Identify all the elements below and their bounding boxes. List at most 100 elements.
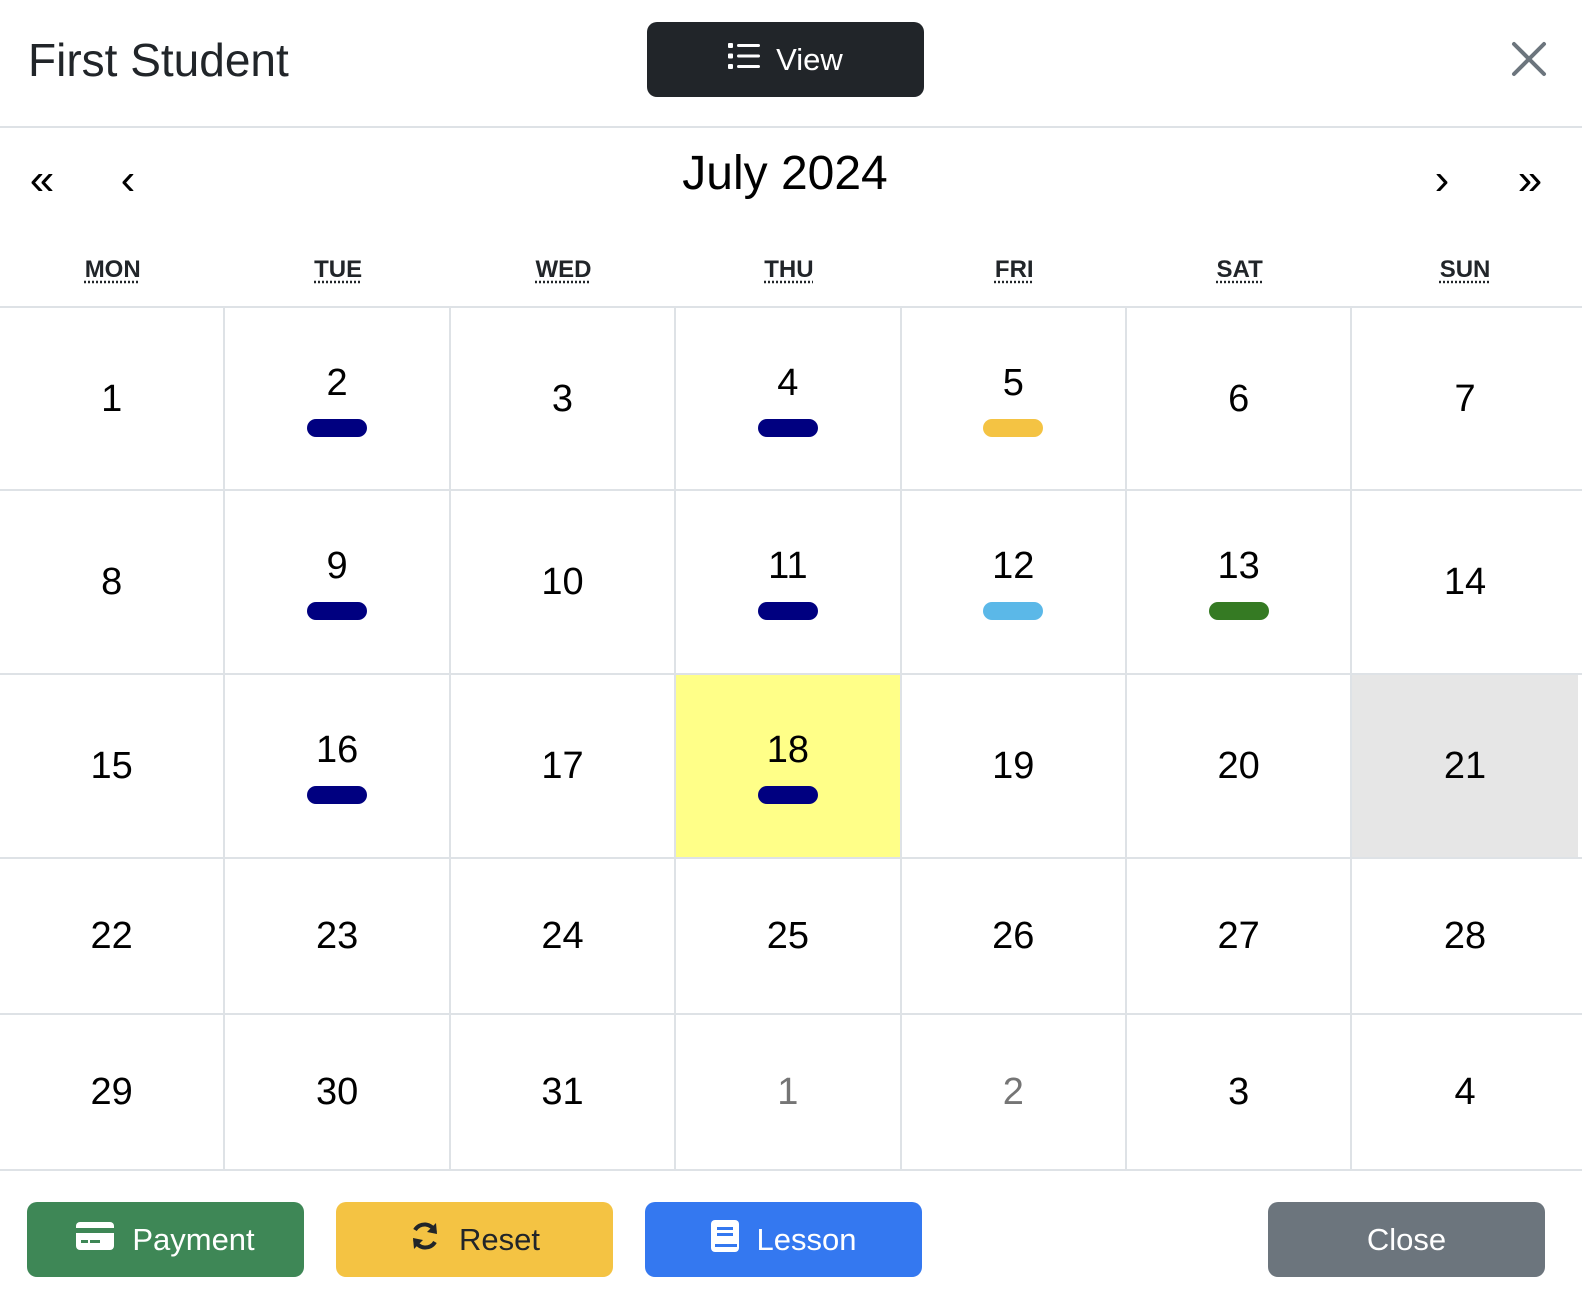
- reset-button[interactable]: Reset: [336, 1202, 613, 1277]
- day-number: 23: [315, 915, 359, 957]
- view-label: View: [776, 41, 843, 77]
- day-cell[interactable]: 28: [1352, 859, 1577, 1013]
- prev-year-button[interactable]: «: [12, 150, 72, 210]
- day-cell[interactable]: 23: [225, 859, 451, 1013]
- day-cell[interactable]: 12: [902, 491, 1127, 673]
- event-indicator: [983, 418, 1044, 437]
- day-cell[interactable]: 11: [676, 491, 902, 673]
- day-number: 2: [326, 361, 348, 404]
- day-number: 3: [1228, 1071, 1250, 1113]
- lesson-button[interactable]: Lesson: [645, 1202, 922, 1277]
- weekday-label: WED: [535, 256, 592, 283]
- day-cell[interactable]: 22: [0, 859, 226, 1013]
- day-cell[interactable]: 3: [451, 308, 677, 489]
- event-indicator: [307, 418, 368, 437]
- day-cell[interactable]: 27: [1127, 859, 1353, 1013]
- close-icon[interactable]: [1506, 36, 1552, 82]
- day-number: 28: [1443, 915, 1487, 957]
- day-number: 22: [90, 915, 133, 957]
- day-cell[interactable]: 17: [451, 675, 677, 857]
- lesson-label: Lesson: [756, 1221, 857, 1257]
- day-number: 3: [551, 377, 574, 420]
- day-cell[interactable]: 26: [902, 859, 1127, 1013]
- day-cell[interactable]: 9: [225, 491, 451, 673]
- day-cell[interactable]: 1: [676, 1015, 902, 1169]
- day-cell[interactable]: 31: [451, 1015, 677, 1169]
- day-cell[interactable]: 13: [1127, 491, 1353, 673]
- day-cell[interactable]: 15: [0, 675, 226, 857]
- event-indicator: [983, 602, 1044, 620]
- day-number: 27: [1217, 915, 1260, 957]
- day-cell-today[interactable]: 18: [676, 675, 902, 857]
- weekday-label: FRI: [994, 256, 1034, 283]
- reset-label: Reset: [459, 1221, 540, 1257]
- event-indicator: [307, 786, 368, 804]
- next-year-button[interactable]: »: [1500, 150, 1560, 210]
- day-cell[interactable]: 4: [676, 308, 902, 489]
- day-number: 24: [541, 915, 584, 957]
- day-cell[interactable]: 30: [225, 1015, 451, 1169]
- modal-title: First Student: [28, 34, 289, 86]
- day-cell[interactable]: 4: [1352, 1015, 1577, 1169]
- day-cell[interactable]: 29: [0, 1015, 226, 1169]
- day-cell-selected[interactable]: 21: [1352, 675, 1578, 857]
- day-cell[interactable]: 25: [676, 859, 902, 1013]
- day-number: 13: [1217, 545, 1260, 587]
- day-number: 1: [101, 377, 123, 420]
- day-cell[interactable]: 3: [1127, 1015, 1353, 1169]
- day-cell[interactable]: 2: [225, 308, 451, 489]
- week-row: 8 9 10 11 12 13 14: [0, 491, 1582, 675]
- book-icon: [710, 1219, 739, 1260]
- next-month-button[interactable]: ›: [1412, 150, 1472, 210]
- day-cell[interactable]: 24: [451, 859, 677, 1013]
- view-button[interactable]: View: [647, 22, 924, 97]
- credit-card-icon: [76, 1221, 115, 1258]
- day-number: 10: [541, 561, 584, 603]
- day-cell[interactable]: 8: [0, 491, 226, 673]
- day-number: 21: [1443, 745, 1487, 787]
- day-number: 29: [90, 1071, 133, 1113]
- day-cell[interactable]: 1: [0, 308, 226, 489]
- day-number: 11: [768, 545, 808, 587]
- day-number: 17: [541, 745, 584, 787]
- event-indicator: [307, 602, 368, 620]
- day-cell[interactable]: 19: [902, 675, 1127, 857]
- day-number: 18: [766, 729, 809, 771]
- day-cell[interactable]: 5: [902, 308, 1127, 489]
- modal-footer: Payment Reset Lesson Close: [0, 1168, 1582, 1314]
- weekday-label: TUE: [314, 256, 363, 283]
- day-cell[interactable]: 16: [225, 675, 451, 857]
- day-number: 31: [541, 1071, 584, 1113]
- day-number: 9: [326, 545, 348, 587]
- close-button[interactable]: Close: [1268, 1202, 1545, 1277]
- weekday-label: THU: [764, 256, 814, 283]
- day-number: 5: [1002, 361, 1024, 404]
- weekday-label: SUN: [1439, 256, 1491, 283]
- prev-month-button[interactable]: ‹: [98, 150, 158, 210]
- weekday-label: SAT: [1216, 256, 1263, 283]
- event-indicator: [1208, 602, 1269, 620]
- event-indicator: [757, 418, 818, 437]
- day-cell[interactable]: 7: [1352, 308, 1577, 489]
- day-cell[interactable]: 2: [902, 1015, 1127, 1169]
- day-number: 12: [992, 545, 1035, 587]
- event-indicator: [757, 786, 818, 804]
- payment-button[interactable]: Payment: [27, 1202, 304, 1277]
- day-cell[interactable]: 14: [1352, 491, 1577, 673]
- payment-label: Payment: [132, 1221, 255, 1257]
- day-number: 6: [1228, 377, 1250, 420]
- month-label[interactable]: July 2024: [0, 144, 1570, 204]
- day-number: 4: [1454, 1071, 1476, 1113]
- weekday-header: MON TUE WED THU FRI SAT SUN: [0, 256, 1582, 308]
- calendar-navigation: July 2024 « ‹ › »: [0, 130, 1582, 230]
- day-number: 14: [1443, 561, 1487, 603]
- day-cell[interactable]: 6: [1127, 308, 1353, 489]
- day-number: 15: [90, 745, 133, 787]
- list-icon: [728, 42, 761, 78]
- week-row: 22 23 24 25 26 27 28: [0, 859, 1582, 1015]
- day-cell[interactable]: 10: [451, 491, 677, 673]
- day-number: 25: [766, 915, 809, 957]
- refresh-icon: [409, 1220, 441, 1260]
- day-number: 16: [315, 729, 359, 771]
- day-cell[interactable]: 20: [1127, 675, 1353, 857]
